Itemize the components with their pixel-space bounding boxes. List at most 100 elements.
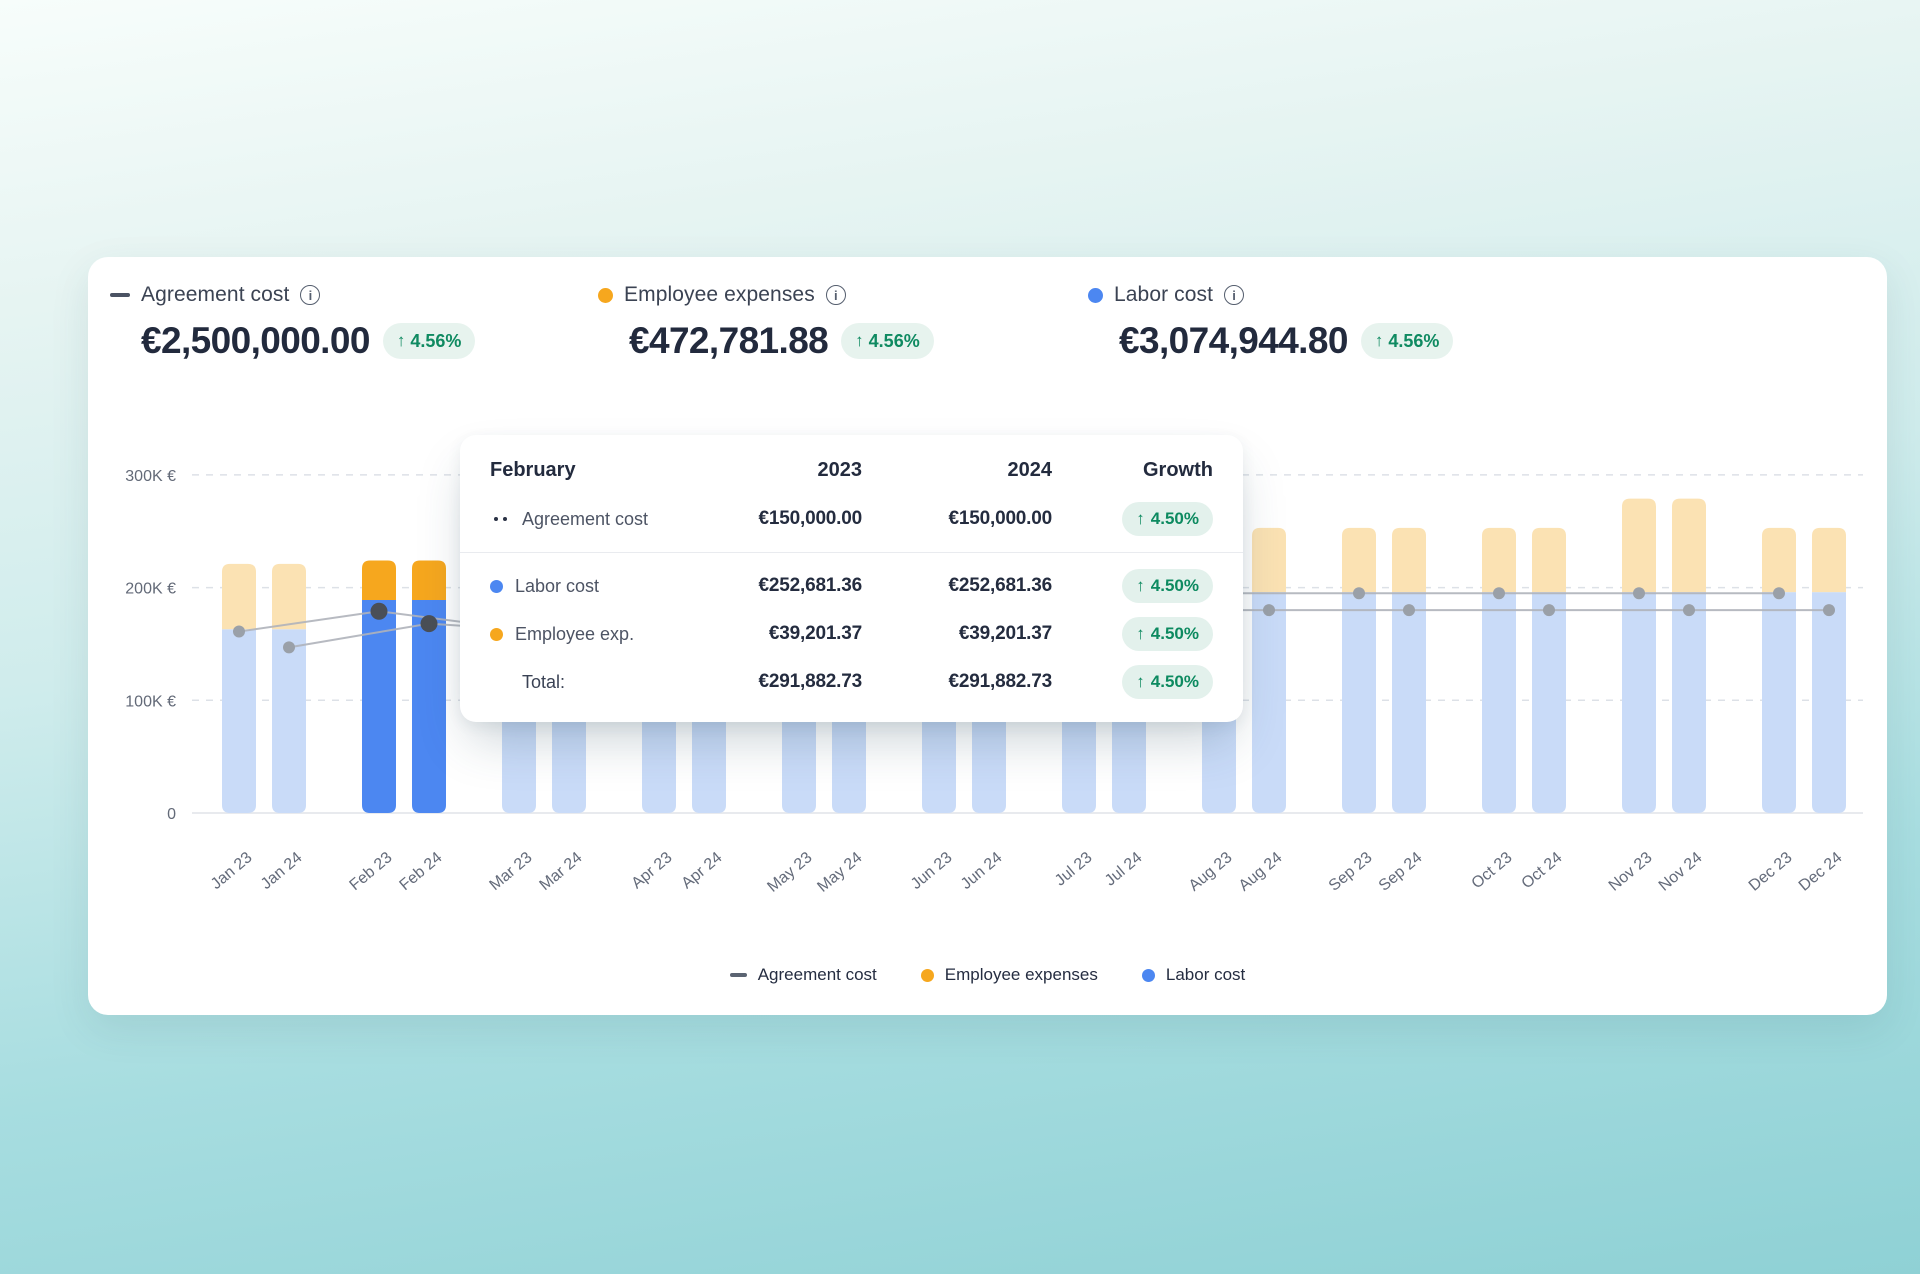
agreement-point-dec-24: [1823, 604, 1835, 616]
bar-employee-sep-23[interactable]: [1342, 528, 1376, 592]
x-axis-tick: Aug 24: [1236, 849, 1286, 895]
info-icon[interactable]: i: [826, 285, 846, 305]
agreement-point-aug-24: [1263, 604, 1275, 616]
x-axis-tick: May 24: [814, 849, 865, 896]
row-label: Labor cost: [515, 576, 599, 597]
x-axis-tick: Jan 24: [258, 849, 306, 893]
y-axis-tick: 100K €: [125, 693, 176, 710]
orange-dot-icon: [921, 969, 934, 982]
value-2024: €252,681.36: [862, 575, 1052, 597]
x-axis-tick: Dec 24: [1796, 849, 1846, 895]
bar-employee-aug-24[interactable]: [1252, 528, 1286, 592]
kpi-value: €3,074,944.80: [1119, 320, 1348, 362]
legend-label: Labor cost: [1166, 965, 1245, 985]
row-label: Agreement cost: [522, 509, 648, 530]
x-axis-tick: Jul 24: [1102, 849, 1146, 890]
bar-employee-jan-24[interactable]: [272, 564, 306, 629]
dotted-line-icon: [490, 517, 510, 521]
bar-labor-aug-24[interactable]: [1252, 592, 1286, 813]
agreement-point-oct-24: [1543, 604, 1555, 616]
value-2023: €39,201.37: [682, 623, 862, 645]
tooltip-col-2023: 2023: [682, 459, 862, 482]
tooltip-row-agreement: Agreement cost €150,000.00 €150,000.00 ↑…: [490, 502, 1213, 536]
up-arrow-icon: ↑: [1136, 672, 1145, 692]
bar-labor-sep-23[interactable]: [1342, 592, 1376, 813]
y-axis-tick: 200K €: [125, 581, 176, 598]
growth-badge: ↑4.50%: [1122, 617, 1213, 651]
agreement-dash-icon: [110, 293, 130, 297]
tooltip-row-employee: Employee exp. €39,201.37 €39,201.37 ↑4.5…: [490, 617, 1213, 651]
bar-employee-oct-23[interactable]: [1482, 528, 1516, 592]
growth-value: 4.56%: [1388, 331, 1439, 352]
bar-labor-dec-23[interactable]: [1762, 592, 1796, 813]
x-axis-tick: Jun 24: [958, 849, 1006, 893]
tooltip-month-title: February: [490, 459, 682, 482]
y-axis-tick: 0: [167, 806, 176, 823]
labor-dot-icon: [1088, 288, 1103, 303]
employee-dot-icon: [598, 288, 613, 303]
agreement-point-oct-23: [1493, 587, 1505, 599]
value-2023: €252,681.36: [682, 575, 862, 597]
tooltip-row-total: Total: €291,882.73 €291,882.73 ↑4.50%: [490, 665, 1213, 699]
bar-labor-nov-24[interactable]: [1672, 592, 1706, 813]
bar-employee-feb-23[interactable]: [362, 561, 396, 600]
legend-item-labor[interactable]: Labor cost: [1142, 965, 1245, 985]
up-arrow-icon: ↑: [397, 331, 406, 351]
y-axis-tick: 300K €: [125, 468, 176, 485]
growth-badge: ↑4.56%: [383, 323, 476, 359]
growth-value: 4.50%: [1151, 624, 1199, 644]
x-axis-tick: Feb 24: [396, 849, 445, 894]
info-icon[interactable]: i: [300, 285, 320, 305]
tooltip-col-growth: Growth: [1052, 459, 1213, 482]
kpi-label: Labor cost: [1114, 283, 1213, 307]
legend-item-agreement[interactable]: Agreement cost: [730, 965, 877, 985]
info-icon[interactable]: i: [1224, 285, 1244, 305]
dashboard-card: Agreement cost i €2,500,000.00 ↑4.56% Em…: [88, 257, 1887, 1015]
agreement-point-dec-23: [1773, 587, 1785, 599]
legend-label: Agreement cost: [758, 965, 877, 985]
kpi-labor-cost: Labor cost i €3,074,944.80 ↑4.56%: [1088, 283, 1453, 362]
bar-employee-oct-24[interactable]: [1532, 528, 1566, 592]
x-axis-tick: Nov 23: [1606, 849, 1656, 895]
bar-employee-feb-24[interactable]: [412, 561, 446, 600]
blue-dot-icon: [1142, 969, 1155, 982]
row-label: Total:: [522, 672, 565, 693]
bar-labor-jan-24[interactable]: [272, 629, 306, 813]
x-axis-tick: Sep 24: [1376, 849, 1426, 895]
x-axis-tick: Mar 23: [486, 849, 535, 894]
bar-employee-dec-23[interactable]: [1762, 528, 1796, 592]
bar-labor-oct-24[interactable]: [1532, 592, 1566, 813]
legend-item-employee[interactable]: Employee expenses: [921, 965, 1098, 985]
bar-labor-sep-24[interactable]: [1392, 592, 1426, 813]
kpi-agreement-cost: Agreement cost i €2,500,000.00 ↑4.56%: [110, 283, 475, 362]
dash-icon: [730, 973, 747, 977]
tooltip-col-2024: 2024: [862, 459, 1052, 482]
bar-labor-oct-23[interactable]: [1482, 592, 1516, 813]
x-axis-tick: May 23: [764, 849, 815, 896]
page-background: { "colors":{ "labor_bright":"#4C87F1","l…: [0, 0, 1920, 1274]
x-axis-tick: Jan 23: [208, 849, 256, 893]
agreement-point-feb-24: [421, 615, 438, 632]
bar-labor-nov-23[interactable]: [1622, 592, 1656, 813]
kpi-value: €472,781.88: [629, 320, 828, 362]
bar-employee-nov-24[interactable]: [1672, 499, 1706, 593]
legend-label: Employee expenses: [945, 965, 1098, 985]
kpi-label: Agreement cost: [141, 283, 289, 307]
bar-employee-nov-23[interactable]: [1622, 499, 1656, 593]
bar-employee-sep-24[interactable]: [1392, 528, 1426, 592]
growth-badge: ↑4.56%: [841, 323, 934, 359]
growth-value: 4.50%: [1151, 672, 1199, 692]
up-arrow-icon: ↑: [1375, 331, 1384, 351]
bar-employee-jan-23[interactable]: [222, 564, 256, 629]
growth-badge: ↑4.50%: [1122, 569, 1213, 603]
chart-tooltip: February 2023 2024 Growth Agreement cost…: [460, 435, 1243, 722]
bar-employee-dec-24[interactable]: [1812, 528, 1846, 592]
tooltip-row-labor: Labor cost €252,681.36 €252,681.36 ↑4.50…: [490, 569, 1213, 603]
x-axis-tick: Nov 24: [1656, 849, 1706, 895]
bar-labor-dec-24[interactable]: [1812, 592, 1846, 813]
agreement-point-nov-23: [1633, 587, 1645, 599]
agreement-point-sep-23: [1353, 587, 1365, 599]
agreement-point-sep-24: [1403, 604, 1415, 616]
bar-labor-jan-23[interactable]: [222, 629, 256, 813]
x-axis-tick: Jul 23: [1052, 849, 1096, 890]
